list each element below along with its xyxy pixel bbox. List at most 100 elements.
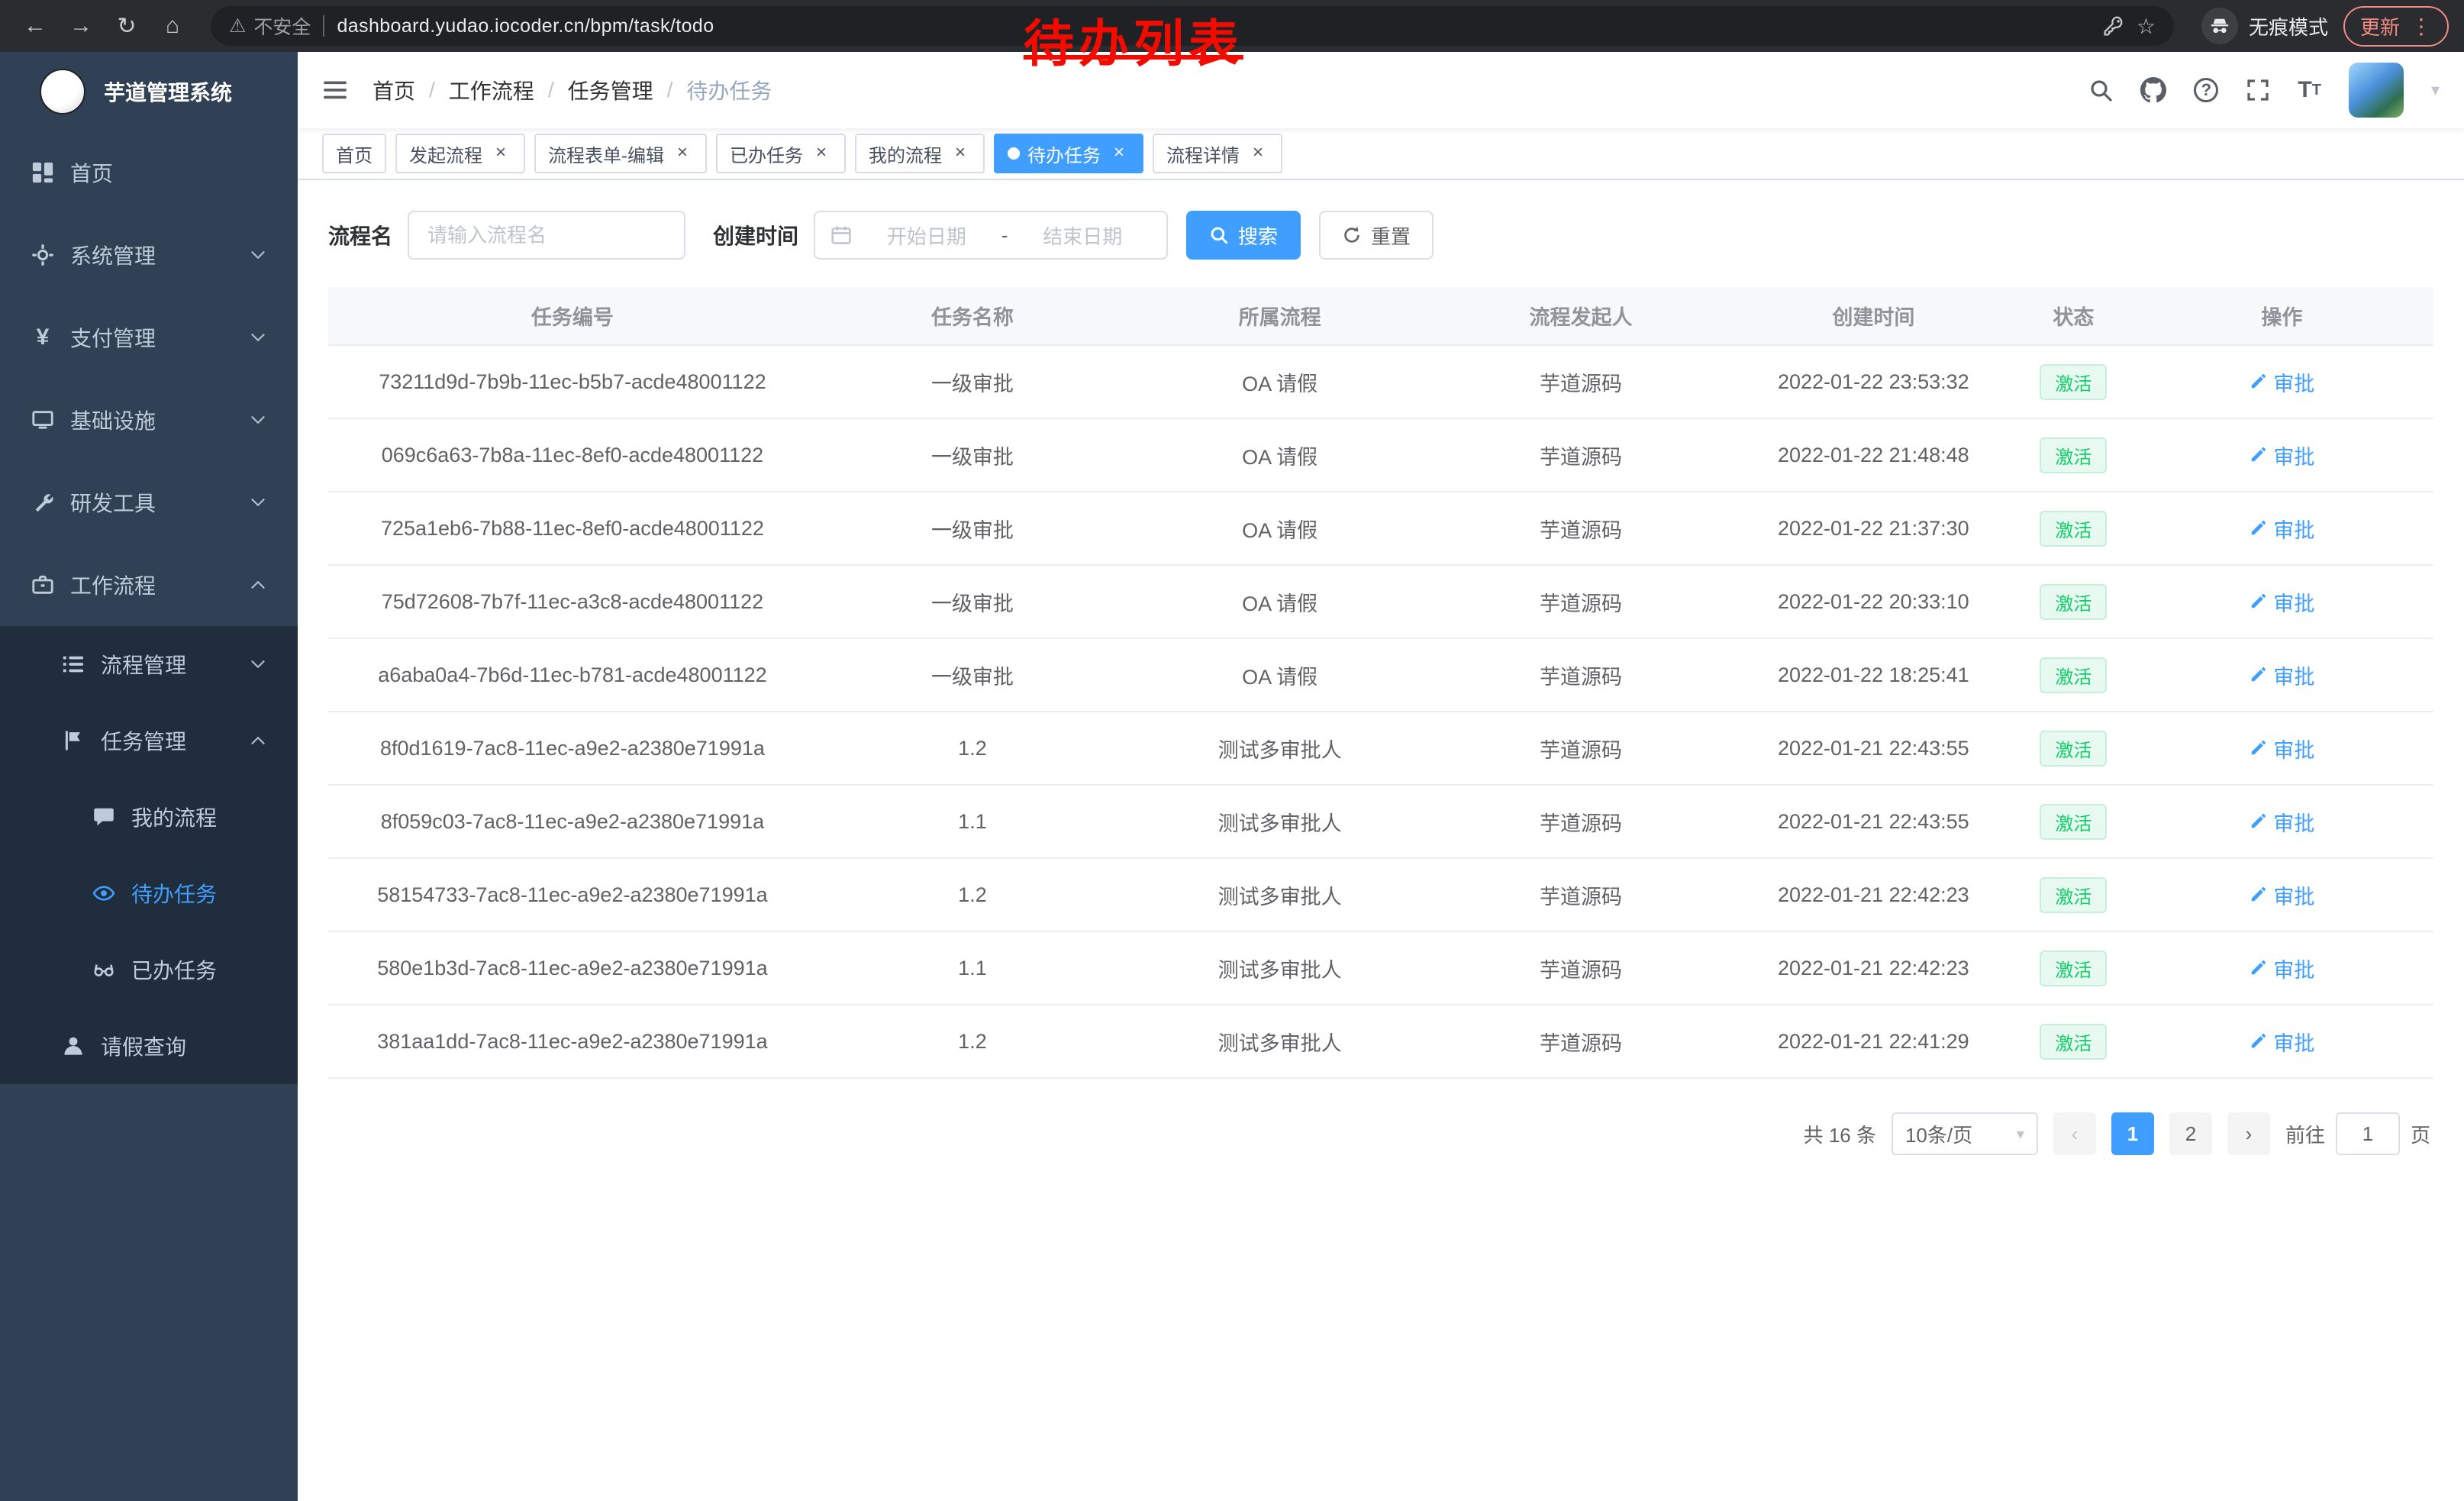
help-icon[interactable]: ? — [2194, 78, 2218, 102]
breadcrumb-task-mgmt[interactable]: 任务管理 — [568, 75, 653, 105]
tab-process-detail[interactable]: 流程详情× — [1153, 134, 1282, 173]
tab-initiate-process[interactable]: 发起流程× — [395, 134, 525, 173]
close-icon[interactable]: × — [1247, 143, 1269, 164]
monitor-icon — [31, 408, 55, 432]
sidebar-item-home[interactable]: 首页 — [0, 131, 298, 214]
task-id-cell: 73211d9d-7b9b-11ec-b5b7-acde48001122 — [328, 345, 817, 418]
close-icon[interactable]: × — [811, 143, 832, 164]
process-cell: 测试多审批人 — [1128, 931, 1431, 1005]
sidebar-item-process-mgmt[interactable]: 流程管理 — [0, 626, 298, 702]
page-button-2[interactable]: 2 — [2169, 1112, 2212, 1155]
task-name-cell: 一级审批 — [817, 638, 1128, 712]
close-icon[interactable]: × — [490, 143, 511, 164]
action-cell: 审批 — [2130, 565, 2433, 638]
close-icon[interactable]: × — [672, 143, 693, 164]
tab-my-process[interactable]: 我的流程× — [855, 134, 985, 173]
close-icon[interactable]: × — [1108, 143, 1130, 164]
browser-update-button[interactable]: 更新 ⋮ — [2343, 6, 2449, 47]
goto-page-input[interactable] — [2336, 1112, 2400, 1155]
approve-button[interactable]: 审批 — [2249, 1027, 2314, 1057]
goto-label: 前往 — [2285, 1120, 2325, 1148]
sidebar-item-my-process[interactable]: 我的流程 — [0, 779, 298, 855]
date-range-picker[interactable]: 开始日期 - 结束日期 — [814, 211, 1168, 260]
sidebar-item-leave-query[interactable]: 请假查询 — [0, 1008, 298, 1084]
home-icon[interactable]: ⌂ — [153, 6, 192, 46]
column-header: 状态 — [2017, 287, 2130, 345]
back-icon[interactable]: ← — [15, 6, 55, 46]
pencil-icon — [2249, 446, 2267, 464]
process-cell: OA 请假 — [1128, 345, 1431, 418]
tab-done-tasks[interactable]: 已办任务× — [716, 134, 846, 173]
table-header-row: 任务编号任务名称所属流程流程发起人创建时间状态操作 — [328, 287, 2433, 345]
action-cell: 审批 — [2130, 931, 2433, 1005]
user-avatar[interactable] — [2349, 63, 2404, 118]
briefcase-icon — [31, 573, 55, 597]
breadcrumb-workflow[interactable]: 工作流程 — [449, 75, 534, 105]
top-navbar: 首页 / 工作流程 / 任务管理 / 待办任务 ? TT — [298, 52, 2464, 128]
sidebar-fold-icon[interactable] — [322, 77, 348, 103]
approve-button[interactable]: 审批 — [2249, 807, 2314, 837]
created-time-cell: 2022-01-22 18:25:41 — [1730, 638, 2017, 712]
next-page-button[interactable]: › — [2227, 1112, 2270, 1155]
pager-pages: 12 — [2111, 1112, 2212, 1155]
key-icon[interactable] — [2103, 15, 2124, 37]
chat-icon — [92, 805, 116, 829]
tab-form-edit[interactable]: 流程表单-编辑× — [534, 134, 707, 173]
user-menu-caret-icon[interactable]: ▾ — [2431, 80, 2440, 100]
approve-button[interactable]: 审批 — [2249, 441, 2314, 470]
search-icon[interactable] — [2088, 78, 2113, 102]
task-name-cell: 1.2 — [817, 712, 1128, 785]
sidebar-item-dev-tools[interactable]: 研发工具 — [0, 461, 298, 544]
status-cell: 激活 — [2017, 712, 2130, 785]
font-size-icon[interactable]: TT — [2298, 77, 2321, 103]
tab-home[interactable]: 首页 — [322, 134, 386, 173]
sidebar: 芋道管理系统 首页系统管理¥支付管理基础设施研发工具工作流程流程管理任务管理我的… — [0, 52, 298, 1501]
sidebar-item-infrastructure[interactable]: 基础设施 — [0, 379, 298, 461]
sidebar-item-task-mgmt[interactable]: 任务管理 — [0, 702, 298, 779]
action-cell: 审批 — [2130, 785, 2433, 858]
sidebar-item-system-mgmt[interactable]: 系统管理 — [0, 214, 298, 296]
breadcrumb-home[interactable]: 首页 — [373, 75, 415, 105]
security-indicator[interactable]: ⚠ 不安全 — [229, 12, 311, 40]
tab-todo-tasks[interactable]: 待办任务× — [994, 134, 1143, 173]
breadcrumb-current: 待办任务 — [686, 75, 772, 105]
approve-button[interactable]: 审批 — [2249, 734, 2314, 763]
page-size-select[interactable]: 10条/页 ▾ — [1892, 1112, 2038, 1155]
pencil-icon — [2249, 886, 2267, 904]
reset-button[interactable]: 重置 — [1319, 211, 1434, 260]
prev-page-button[interactable]: ‹ — [2053, 1112, 2096, 1155]
bookmark-star-icon[interactable]: ☆ — [2137, 14, 2156, 39]
page-button-1[interactable]: 1 — [2111, 1112, 2154, 1155]
address-bar[interactable]: ⚠ 不安全 dashboard.yudao.iocoder.cn/bpm/tas… — [211, 6, 2174, 46]
approve-button[interactable]: 审批 — [2249, 880, 2314, 910]
browser-menu-icon[interactable]: ⋮ — [2411, 14, 2432, 39]
sidebar-item-done-task[interactable]: 已办任务 — [0, 931, 298, 1008]
process-name-input[interactable] — [408, 211, 685, 260]
approve-button[interactable]: 审批 — [2249, 954, 2314, 983]
sidebar-item-workflow[interactable]: 工作流程 — [0, 544, 298, 626]
approve-button[interactable]: 审批 — [2249, 514, 2314, 544]
table-row: 8f059c03-7ac8-11ec-a9e2-a2380e71991a1.1测… — [328, 785, 2433, 858]
approve-button[interactable]: 审批 — [2249, 587, 2314, 617]
process-cell: 测试多审批人 — [1128, 858, 1431, 931]
close-icon[interactable]: × — [950, 143, 971, 164]
search-button[interactable]: 搜索 — [1186, 211, 1301, 260]
approve-button[interactable]: 审批 — [2249, 367, 2314, 397]
starter-cell: 芋道源码 — [1431, 565, 1730, 638]
forward-icon[interactable]: → — [61, 6, 101, 46]
column-header: 流程发起人 — [1431, 287, 1730, 345]
task-name-cell: 1.1 — [817, 931, 1128, 1005]
reload-icon[interactable]: ↻ — [107, 6, 147, 46]
pencil-icon — [2249, 666, 2267, 684]
chevron-up-icon — [249, 731, 267, 750]
url-text: dashboard.yudao.iocoder.cn/bpm/task/todo — [337, 15, 714, 37]
sidebar-item-todo-task[interactable]: 待办任务 — [0, 855, 298, 931]
sidebar-item-payment-mgmt[interactable]: ¥支付管理 — [0, 296, 298, 379]
approve-button[interactable]: 审批 — [2249, 660, 2314, 690]
goto-suffix: 页 — [2411, 1120, 2430, 1148]
status-cell: 激活 — [2017, 345, 2130, 418]
fullscreen-icon[interactable] — [2246, 78, 2270, 102]
created-time-cell: 2022-01-22 21:37:30 — [1730, 492, 2017, 565]
github-icon[interactable] — [2140, 77, 2166, 103]
create-time-label: 创建时间 — [713, 220, 798, 250]
